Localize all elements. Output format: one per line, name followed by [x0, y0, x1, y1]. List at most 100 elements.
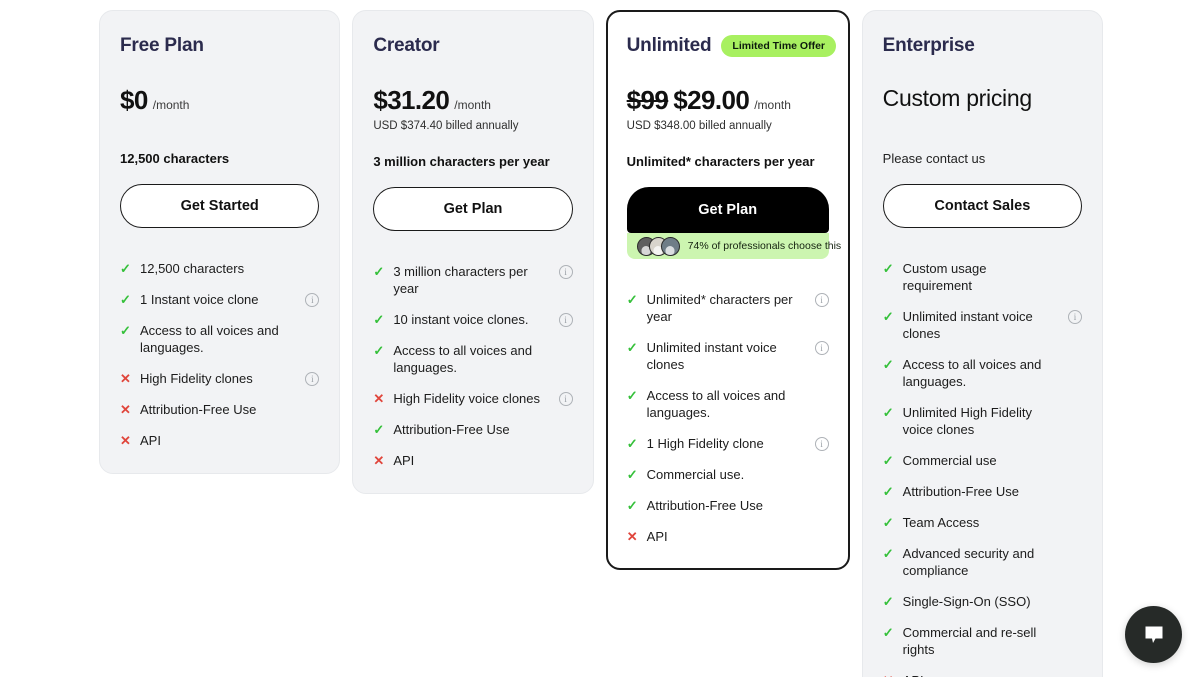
feature-row: ✓Custom usage requirementi — [883, 260, 1082, 294]
info-icon[interactable]: i — [814, 437, 829, 451]
cross-icon: ✕ — [120, 433, 131, 448]
check-icon: ✓ — [882, 405, 894, 420]
info-icon[interactable]: i — [814, 293, 829, 307]
feature-text: High Fidelity clones — [140, 371, 253, 386]
feature-text: API — [903, 672, 1059, 677]
chat-widget-button[interactable] — [1125, 606, 1182, 663]
feature-text: Attribution-Free Use — [140, 402, 257, 417]
feature-text: 10 instant voice clones. — [393, 312, 529, 327]
plan-quota: Please contact us — [882, 151, 986, 166]
cross-icon: ✕ — [120, 371, 131, 386]
info-icon[interactable]: i — [558, 265, 573, 279]
feature-row: ✓Team Accessi — [883, 514, 1082, 531]
plan-quota: Unlimited* characters per year — [626, 154, 815, 169]
feature-text: Team Access — [902, 515, 980, 530]
feature-row: ✓ 1 Instant voice clone i — [120, 291, 320, 308]
feature-list: ✓ Custom usage requirement i ✓ Unlimited ins… — [883, 260, 1082, 677]
feature-row: ✓ Unlimited instant voice clones i — [627, 339, 829, 373]
feature-text: Unlimited instant voice clones — [902, 309, 1033, 341]
feature-text: Single-Sign-On (SSO) — [902, 594, 1031, 609]
feature-row: ✓Single-Sign-On (SSO)i — [883, 593, 1082, 610]
check-icon: ✓ — [626, 340, 638, 355]
check-icon: ✓ — [882, 453, 894, 468]
feature-row: ✓Commercial and re-sell rightsi — [883, 624, 1082, 658]
feature-list: ✓ 12,500 characters i ✓ 1 Instant voice clon… — [120, 260, 320, 449]
check-icon: ✓ — [120, 292, 131, 307]
plan-name: Enterprise — [882, 35, 975, 56]
feature-text: High Fidelity voice clones — [393, 391, 541, 406]
cross-icon: ✕ — [373, 391, 385, 406]
feature-row: ✕APIi — [120, 432, 319, 449]
price-block: $31.20/month USD $374.40 billed annually — [373, 85, 572, 132]
info-icon[interactable]: i — [1067, 310, 1082, 324]
feature-row: ✓Access to all voices and languages.i — [627, 387, 829, 421]
feature-row: ✓ Unlimited* characters per year i — [627, 291, 829, 325]
check-icon: ✓ — [373, 422, 385, 437]
check-icon: ✓ — [882, 625, 894, 640]
plan-card: Creator $31.20/month USD $374.40 billed an… — [352, 10, 594, 494]
feature-row: ✓Commercial usei — [883, 452, 1082, 469]
limited-time-offer-badge: Limited Time Offer — [721, 35, 836, 57]
check-icon: ✓ — [626, 388, 638, 403]
feature-text: Custom usage requirement — [902, 261, 987, 293]
feature-text: 1 Instant voice clone — [140, 292, 259, 307]
feature-row: ✓Advanced security and compliancei — [883, 545, 1082, 579]
feature-text: Access to all voices and languages. — [646, 388, 786, 420]
feature-row: ✓ 3 million characters per year i — [373, 263, 573, 297]
feature-text: API — [140, 433, 161, 448]
plan-cta-button[interactable]: Get Plan — [626, 187, 829, 233]
feature-text: API — [393, 453, 415, 468]
feature-text: 3 million characters per year — [393, 264, 528, 296]
feature-row: ✕ High Fidelity voice clones i — [373, 390, 573, 407]
price-period: /month — [152, 98, 190, 112]
info-icon[interactable]: i — [558, 392, 573, 406]
feature-text: Commercial use. — [646, 467, 745, 482]
feature-text: 12,500 characters — [140, 261, 245, 276]
current-price: Custom pricing — [882, 85, 1032, 111]
price-line: $0/month — [120, 85, 319, 116]
plan-card: Free Plan $0/month 12,500 characters Get St… — [99, 10, 341, 474]
feature-row: ✓Access to all voices and languages.i — [883, 356, 1082, 390]
feature-text: Access to all voices and languages. — [902, 357, 1042, 389]
plan-name: Free Plan — [120, 35, 204, 56]
check-icon: ✓ — [120, 261, 131, 276]
price-period: /month — [754, 98, 791, 112]
price-block: $99 $29.00/month USD $348.00 billed annual… — [627, 85, 829, 132]
feature-row: ✓ 10 instant voice clones. i — [373, 311, 573, 328]
feature-list: ✓ Unlimited* characters per year i ✓ Unlimit… — [627, 291, 829, 545]
feature-text: Access to all voices and languages. — [140, 323, 279, 355]
check-icon: ✓ — [373, 264, 385, 279]
info-icon[interactable]: i — [558, 313, 573, 327]
plan-header: Creator — [373, 33, 572, 59]
plan-cta-button[interactable]: Get Started — [120, 184, 320, 228]
plan-header: Free Plan — [120, 33, 319, 59]
plan-cta-button[interactable]: Get Plan — [373, 187, 573, 231]
social-proof-text: 74% of professionals choose this — [687, 240, 842, 252]
feature-text: Attribution-Free Use — [393, 422, 510, 437]
feature-row: ✓Unlimited High Fidelity voice clonesi — [883, 404, 1082, 438]
feature-text: API — [646, 529, 668, 544]
plan-card: Unlimited Limited Time Offer $99 $29.00/mon… — [605, 10, 850, 570]
check-icon: ✓ — [882, 261, 894, 276]
current-price: $31.20 — [373, 85, 450, 115]
feature-row: ✓Attribution-Free Usei — [373, 421, 572, 438]
feature-text: Attribution-Free Use — [902, 484, 1019, 499]
feature-row: ✓Attribution-Free Usei — [627, 497, 829, 514]
feature-row: ✕APIi — [883, 672, 1082, 677]
check-icon: ✓ — [626, 436, 638, 451]
info-icon[interactable]: i — [305, 293, 320, 307]
price-block: Custom pricing — [883, 85, 1082, 129]
check-icon: ✓ — [882, 515, 894, 530]
feature-row: ✕ High Fidelity clones i — [120, 370, 320, 387]
check-icon: ✓ — [626, 467, 638, 482]
info-icon[interactable]: i — [305, 372, 320, 386]
feature-row: ✓Access to all voices and languages.i — [373, 342, 572, 376]
original-price: $99 — [626, 85, 669, 115]
pricing-grid: Free Plan $0/month 12,500 characters Get St… — [0, 0, 1200, 677]
plan-cta-button[interactable]: Contact Sales — [882, 184, 1082, 228]
cta-wrapper: Get Plan 74% of professionals choose this — [626, 187, 841, 259]
feature-text: 1 High Fidelity clone — [646, 436, 764, 451]
feature-text: Unlimited* characters per year — [646, 292, 793, 324]
check-icon: ✓ — [882, 594, 894, 609]
info-icon[interactable]: i — [814, 341, 829, 355]
